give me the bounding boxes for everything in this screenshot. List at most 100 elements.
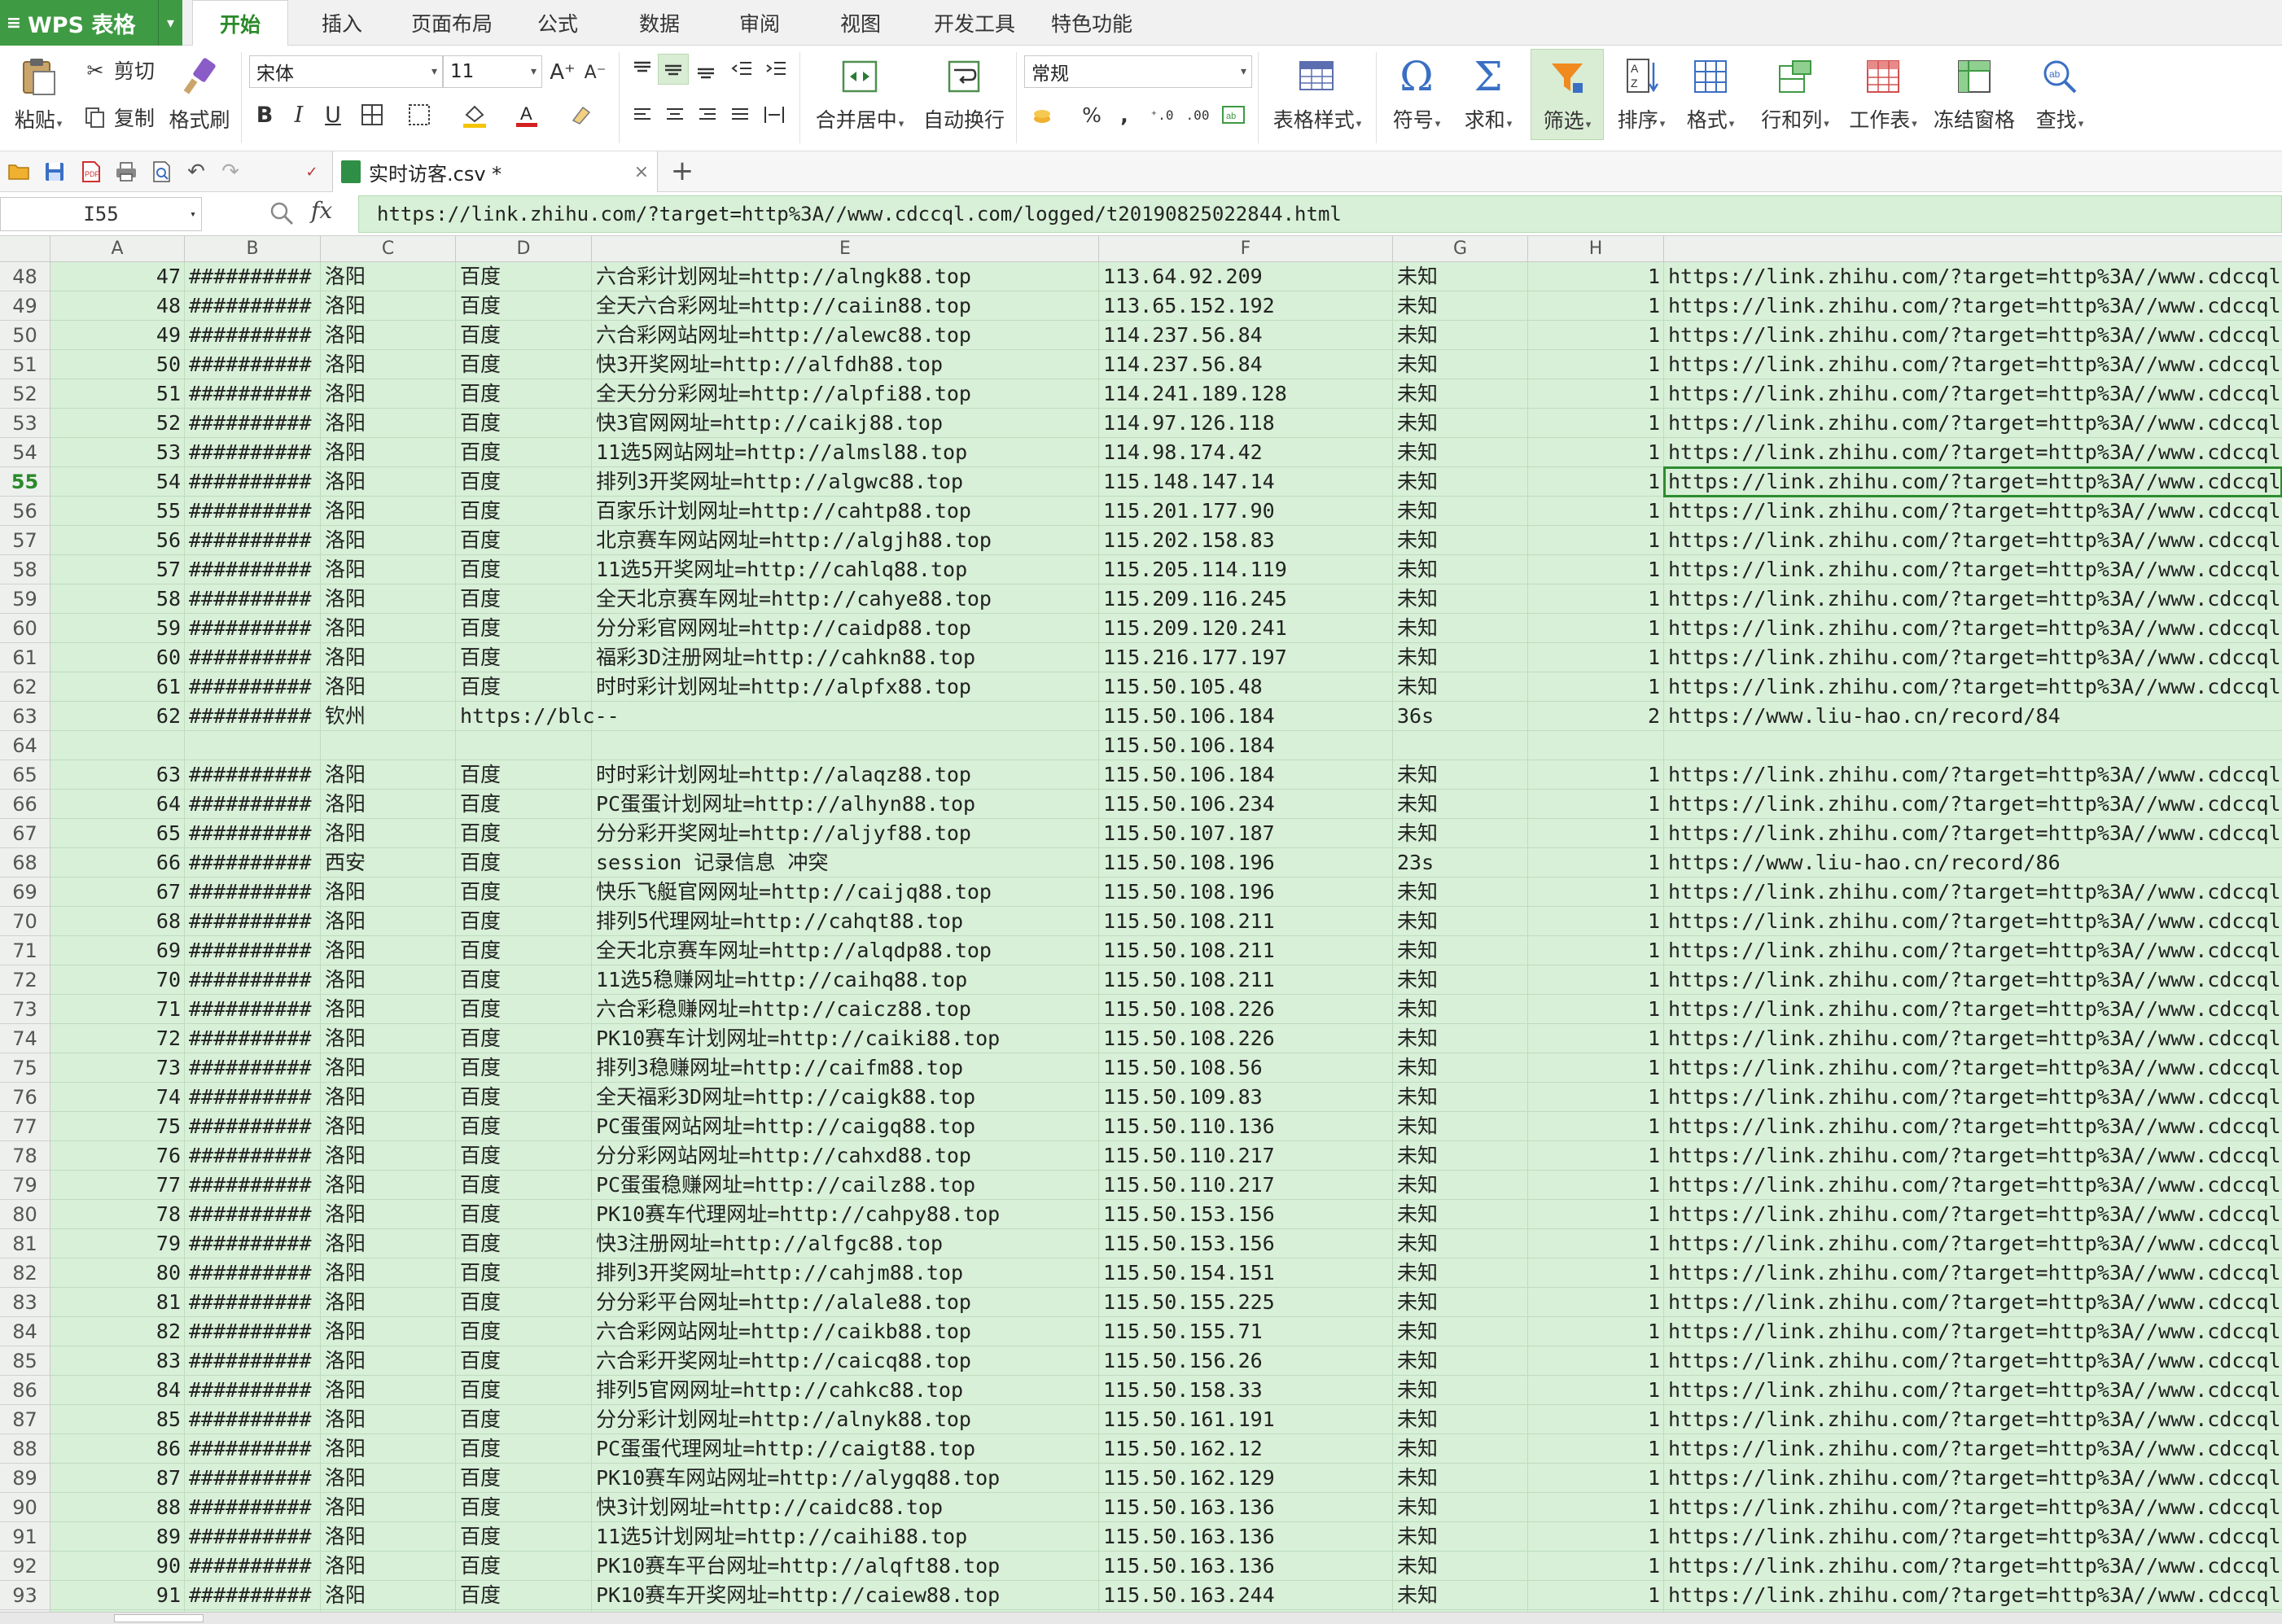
cell-g[interactable]: 36s xyxy=(1393,702,1528,731)
cell-f[interactable]: 115.50.153.156 xyxy=(1099,1200,1393,1229)
cell-f[interactable]: 115.50.155.225 xyxy=(1099,1288,1393,1317)
freeze-panes-button[interactable]: 冻结窗格 xyxy=(1926,52,2022,134)
cell-i[interactable]: https://link.zhihu.com/?target=http%3A//… xyxy=(1664,321,2282,350)
row-header[interactable]: 88 xyxy=(0,1434,50,1464)
cell-g[interactable]: 未知 xyxy=(1393,1522,1528,1552)
cell-a[interactable]: 87 xyxy=(50,1464,185,1493)
tab-formulas[interactable]: 公式 xyxy=(521,0,594,46)
cell-h[interactable]: 1 xyxy=(1528,1083,1664,1112)
cell-f[interactable]: 115.50.106.184 xyxy=(1099,702,1393,731)
cell-e[interactable]: 11选5开奖网址=http://cahlq88.top xyxy=(592,555,1099,584)
cell-b[interactable]: ########## xyxy=(185,321,321,350)
cell-h[interactable]: 1 xyxy=(1528,1171,1664,1200)
cell-f[interactable]: 115.216.177.197 xyxy=(1099,643,1393,672)
cell-f[interactable]: 115.50.108.211 xyxy=(1099,965,1393,995)
border-icon[interactable] xyxy=(357,99,388,130)
cell-b[interactable]: ########## xyxy=(185,760,321,790)
cell-fill-pattern-icon[interactable] xyxy=(404,99,435,130)
cell-h[interactable]: 1 xyxy=(1528,1552,1664,1581)
row-header[interactable]: 51 xyxy=(0,350,50,379)
cell-b[interactable]: ########## xyxy=(185,614,321,643)
cell-g[interactable]: 未知 xyxy=(1393,1434,1528,1464)
cell-h[interactable]: 1 xyxy=(1528,1493,1664,1522)
cell-c[interactable]: 洛阳 xyxy=(321,819,456,848)
cell-e[interactable]: 排列3开奖网址=http://algwc88.top xyxy=(592,467,1099,497)
export-pdf-icon[interactable]: PDF xyxy=(78,160,103,184)
row-header[interactable]: 80 xyxy=(0,1200,50,1229)
cell-c[interactable]: 洛阳 xyxy=(321,1288,456,1317)
cell-c[interactable]: 钦州 xyxy=(321,702,456,731)
cell-d[interactable]: 百度 xyxy=(456,467,592,497)
number-format-select[interactable]: 常规 ▾ xyxy=(1024,55,1252,88)
insert-function-button[interactable]: fx xyxy=(311,197,332,224)
cell-e[interactable]: 六合彩计划网址=http://alngk88.top xyxy=(592,262,1099,291)
cell-e[interactable]: 分分彩官网网址=http://caidp88.top xyxy=(592,614,1099,643)
bold-button[interactable]: B xyxy=(249,99,280,130)
cell-a[interactable]: 69 xyxy=(50,936,185,965)
cell-f[interactable]: 115.202.158.83 xyxy=(1099,526,1393,555)
cell-h[interactable]: 1 xyxy=(1528,584,1664,614)
increase-font-icon[interactable]: A⁺ xyxy=(547,57,578,88)
column-header-g[interactable]: G xyxy=(1393,236,1528,262)
row-header[interactable]: 83 xyxy=(0,1288,50,1317)
cell-e[interactable]: 全天福彩3D网址=http://caigk88.top xyxy=(592,1083,1099,1112)
column-header-a[interactable]: A xyxy=(50,236,185,262)
cell-g[interactable]: 未知 xyxy=(1393,321,1528,350)
cell-d[interactable]: 百度 xyxy=(456,555,592,584)
column-header-h[interactable]: H xyxy=(1528,236,1664,262)
cell-g[interactable]: 未知 xyxy=(1393,467,1528,497)
cell-g[interactable]: 未知 xyxy=(1393,1053,1528,1083)
cell-h[interactable]: 1 xyxy=(1528,1200,1664,1229)
cell-a[interactable]: 67 xyxy=(50,878,185,907)
align-right-icon[interactable] xyxy=(692,99,723,130)
align-bottom-icon[interactable] xyxy=(690,54,721,85)
cell-c[interactable]: 西安 xyxy=(321,848,456,878)
cell-e[interactable]: 快3官网网址=http://caikj88.top xyxy=(592,409,1099,438)
cell-d[interactable]: 百度 xyxy=(456,409,592,438)
cell-g[interactable]: 未知 xyxy=(1393,262,1528,291)
cell-e[interactable]: PK10赛车计划网址=http://caiki88.top xyxy=(592,1024,1099,1053)
cell-i[interactable]: https://link.zhihu.com/?target=http%3A//… xyxy=(1664,965,2282,995)
cell-a[interactable]: 49 xyxy=(50,321,185,350)
cell-i[interactable]: https://link.zhihu.com/?target=http%3A//… xyxy=(1664,262,2282,291)
cell-i[interactable] xyxy=(1664,731,1672,760)
cell-c[interactable]: 洛阳 xyxy=(321,936,456,965)
align-center-icon[interactable] xyxy=(659,99,690,130)
cell-i[interactable]: https://link.zhihu.com/?target=http%3A//… xyxy=(1664,760,2282,790)
cell-g[interactable]: 未知 xyxy=(1393,409,1528,438)
cell-f[interactable]: 115.50.110.217 xyxy=(1099,1141,1393,1171)
cell-b[interactable]: ########## xyxy=(185,1581,321,1610)
cell-e[interactable] xyxy=(592,731,1099,760)
cell-b[interactable]: ########## xyxy=(185,672,321,702)
cell-b[interactable]: ########## xyxy=(185,907,321,936)
cell-e[interactable] xyxy=(592,702,1099,731)
cell-b[interactable]: ########## xyxy=(185,350,321,379)
cell-e[interactable]: 分分彩网站网址=http://cahxd88.top xyxy=(592,1141,1099,1171)
cell-a[interactable]: 76 xyxy=(50,1141,185,1171)
row-header[interactable]: 69 xyxy=(0,878,50,907)
cell-c[interactable]: 洛阳 xyxy=(321,1024,456,1053)
cell-a[interactable]: 86 xyxy=(50,1434,185,1464)
cell-i[interactable]: https://www.liu-hao.cn/record/84 xyxy=(1664,702,2065,731)
cell-a[interactable]: 79 xyxy=(50,1229,185,1258)
cell-f[interactable]: 114.97.126.118 xyxy=(1099,409,1393,438)
close-icon[interactable]: × xyxy=(634,162,649,182)
symbol-button[interactable]: Ω 符号 ▾ xyxy=(1384,52,1449,134)
cell-c[interactable]: 洛阳 xyxy=(321,526,456,555)
cell-a[interactable]: 77 xyxy=(50,1171,185,1200)
distributed-align-icon[interactable] xyxy=(759,99,790,130)
merge-center-button[interactable]: 合并居中 ▾ xyxy=(806,52,913,134)
cell-f[interactable]: 115.50.106.184 xyxy=(1099,760,1393,790)
cell-d[interactable]: 百度 xyxy=(456,819,592,848)
cell-f[interactable]: 115.205.114.119 xyxy=(1099,555,1393,584)
cell-h[interactable]: 1 xyxy=(1528,1346,1664,1376)
cell-b[interactable]: ########## xyxy=(185,1405,321,1434)
cell-e[interactable]: 11选5稳赚网址=http://caihq88.top xyxy=(592,965,1099,995)
cell-h[interactable]: 1 xyxy=(1528,1288,1664,1317)
tab-special-features[interactable]: 特色功能 xyxy=(1039,0,1145,46)
cell-g[interactable]: 未知 xyxy=(1393,584,1528,614)
cell-i[interactable]: https://link.zhihu.com/?target=http%3A//… xyxy=(1664,1493,2282,1522)
cell-a[interactable]: 62 xyxy=(50,702,185,731)
align-middle-icon[interactable] xyxy=(658,54,689,85)
cell-g[interactable]: 未知 xyxy=(1393,1581,1528,1610)
